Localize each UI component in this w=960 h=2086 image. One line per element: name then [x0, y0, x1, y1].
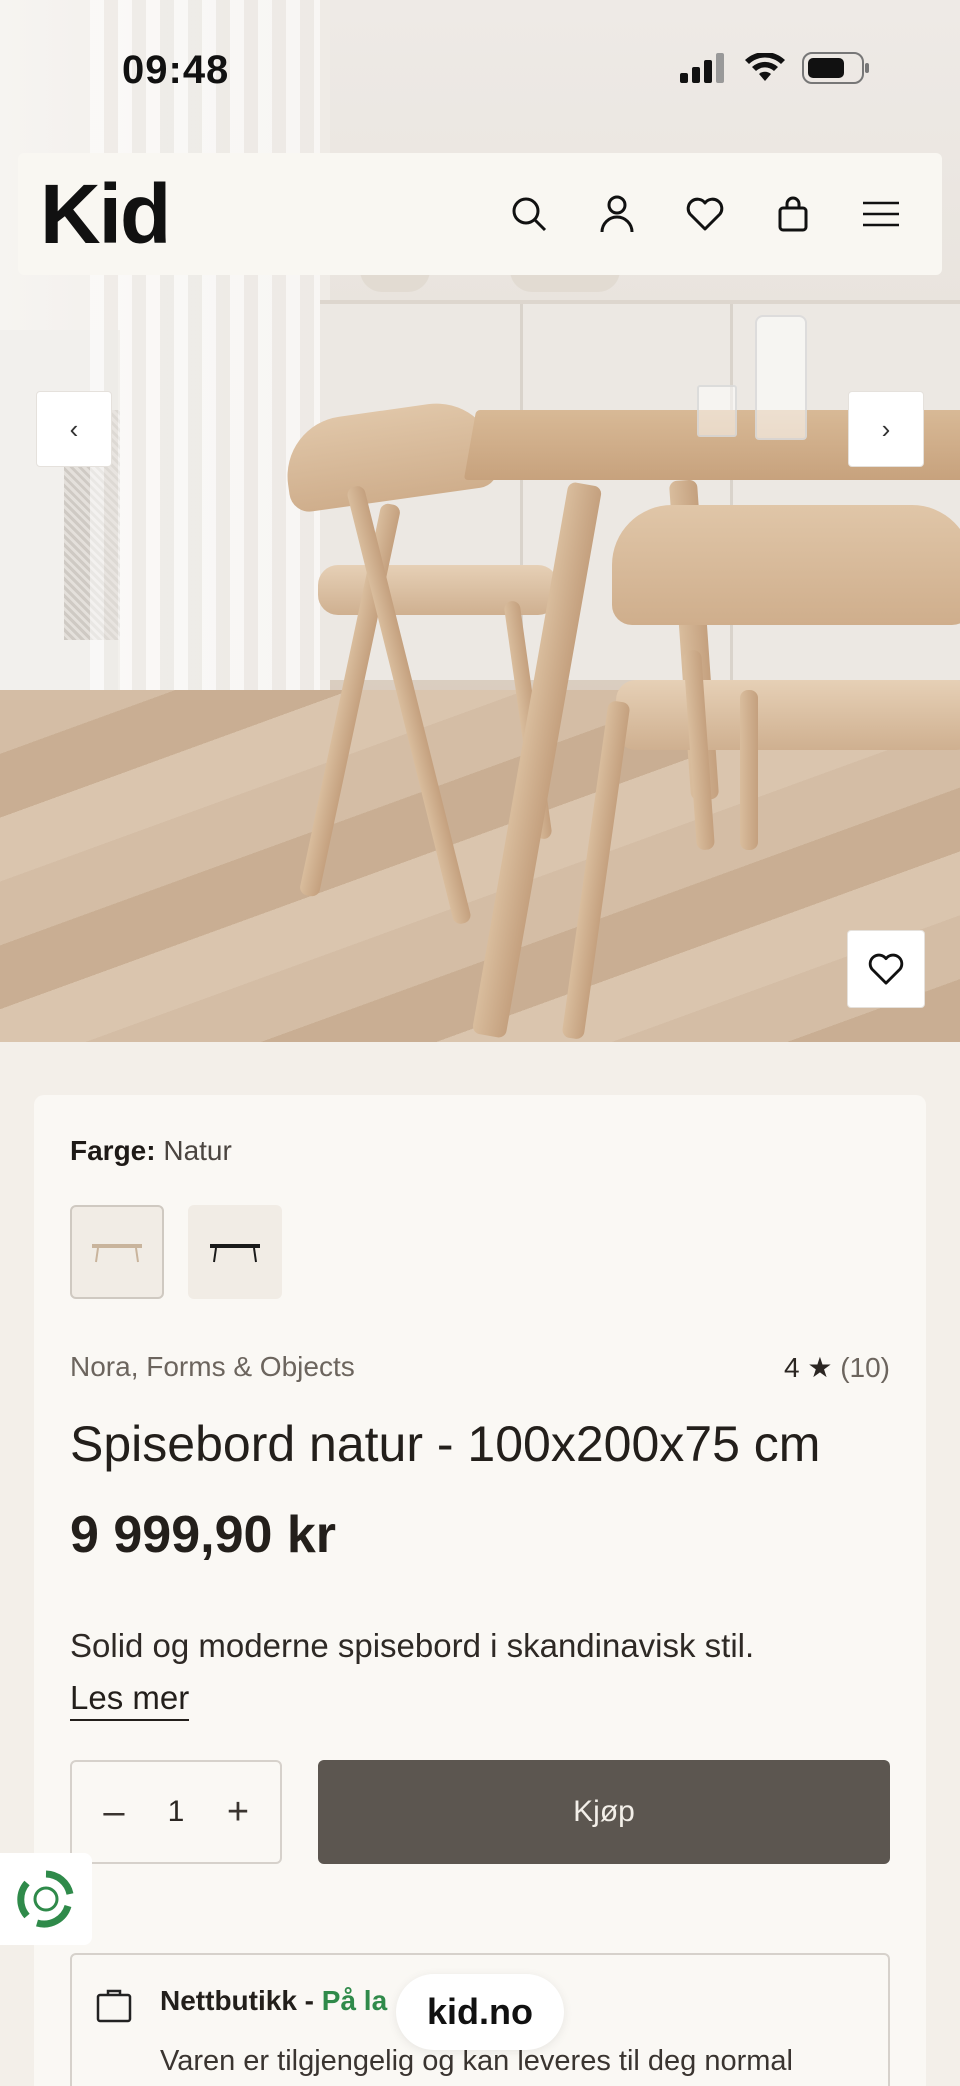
product-brand[interactable]: Nora, Forms & Objects	[70, 1351, 355, 1383]
site-header: Kid	[18, 153, 942, 275]
wifi-icon	[745, 53, 785, 81]
rating-value: 4 ★	[783, 1352, 833, 1383]
quantity-stepper: – 1 +	[70, 1760, 282, 1864]
shopping-bag-icon	[96, 1989, 132, 2023]
carousel-next-button[interactable]: ›	[848, 391, 924, 467]
swatch-black[interactable]	[188, 1205, 282, 1299]
header-nav	[506, 191, 904, 237]
product-info-card: Farge: Natur Nora, Forms & Objects 4 ★ (…	[34, 1095, 926, 2086]
search-icon[interactable]	[506, 191, 552, 237]
curtain	[90, 0, 320, 790]
quantity-value[interactable]: 1	[168, 1795, 185, 1829]
product-rating[interactable]: 4 ★ (10)	[784, 1351, 890, 1384]
decrease-quantity-button[interactable]: –	[94, 1791, 134, 1834]
status-time: 09:48	[122, 48, 230, 92]
table-natural-icon	[92, 1244, 142, 1263]
availability-label: Nettbutikk - På la	[160, 1985, 388, 2016]
increase-quantity-button[interactable]: +	[218, 1791, 258, 1834]
chevron-left-icon: ‹	[69, 413, 79, 444]
logo[interactable]: Kid	[40, 172, 171, 256]
product-price: 9 999,90 kr	[70, 1506, 337, 1564]
product-description: Solid og moderne spisebord i skandinavis…	[70, 1627, 755, 1664]
glass	[697, 385, 737, 437]
read-more-link[interactable]: Les mer	[70, 1679, 190, 1721]
rating-count: (10)	[840, 1352, 890, 1383]
swatch-natur[interactable]	[70, 1205, 164, 1299]
chair-back-right	[612, 505, 960, 625]
recycle-widget[interactable]	[0, 1853, 92, 1945]
color-label: Farge: Natur	[70, 1135, 232, 1166]
add-to-wishlist-button[interactable]	[847, 930, 925, 1008]
menu-icon[interactable]	[858, 191, 904, 237]
buy-button[interactable]: Kjøp	[318, 1760, 890, 1864]
battery-icon	[802, 52, 869, 84]
account-icon[interactable]	[594, 191, 640, 237]
signal-icon	[680, 53, 724, 83]
browser-url-bar[interactable]: kid.no	[396, 1974, 564, 2050]
cart-icon[interactable]	[770, 191, 816, 237]
color-value: Natur	[163, 1135, 232, 1166]
product-title: Spisebord natur - 100x200x75 cm	[70, 1416, 821, 1472]
availability-status: På la	[321, 1985, 388, 2016]
carousel-prev-button[interactable]: ‹	[36, 391, 112, 467]
wishlist-icon[interactable]	[682, 191, 728, 237]
heart-icon	[868, 953, 904, 985]
table-black-icon	[210, 1244, 260, 1263]
recycle-icon	[17, 1870, 74, 1928]
chevron-right-icon: ›	[881, 413, 891, 444]
status-icons	[680, 52, 870, 84]
water-carafe	[755, 315, 807, 440]
